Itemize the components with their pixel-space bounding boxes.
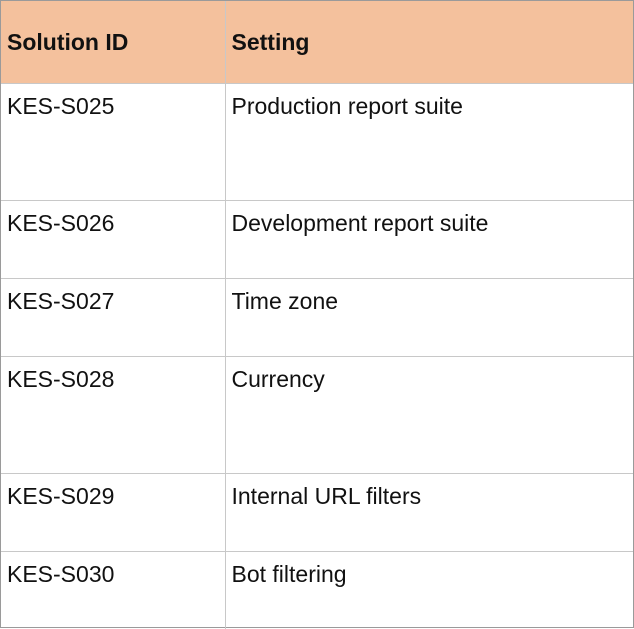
cell-setting: Time zone [224, 277, 633, 357]
cell-setting: Development report suite [224, 199, 633, 279]
cell-solution-id: KES-S030 [1, 550, 226, 629]
table-row: KES-S026 Development report suite [1, 199, 633, 279]
cell-solution-id: KES-S027 [1, 277, 226, 357]
cell-solution-id: KES-S028 [1, 355, 226, 474]
table-row: KES-S030 Bot filtering [1, 550, 633, 629]
settings-table: Solution ID Setting KES-S025 Production … [1, 1, 633, 629]
header-row: Solution ID Setting [1, 1, 633, 84]
cell-setting: Currency [224, 355, 633, 474]
cell-setting: Bot filtering [224, 550, 633, 629]
table-row: KES-S027 Time zone [1, 277, 633, 357]
cell-setting: Internal URL filters [224, 472, 633, 552]
table-header: Solution ID Setting [1, 1, 633, 84]
table-row: KES-S028 Currency [1, 355, 633, 474]
cell-setting: Production report suite [224, 82, 633, 201]
cell-solution-id: KES-S029 [1, 472, 226, 552]
table-row: KES-S029 Internal URL filters [1, 472, 633, 552]
settings-table-container: Solution ID Setting KES-S025 Production … [0, 0, 634, 629]
cell-solution-id: KES-S025 [1, 82, 226, 201]
header-solution-id: Solution ID [1, 1, 226, 84]
cell-solution-id: KES-S026 [1, 199, 226, 279]
table-row: KES-S025 Production report suite [1, 82, 633, 201]
header-setting: Setting [224, 1, 633, 84]
table-body: KES-S025 Production report suite KES-S02… [1, 82, 633, 629]
